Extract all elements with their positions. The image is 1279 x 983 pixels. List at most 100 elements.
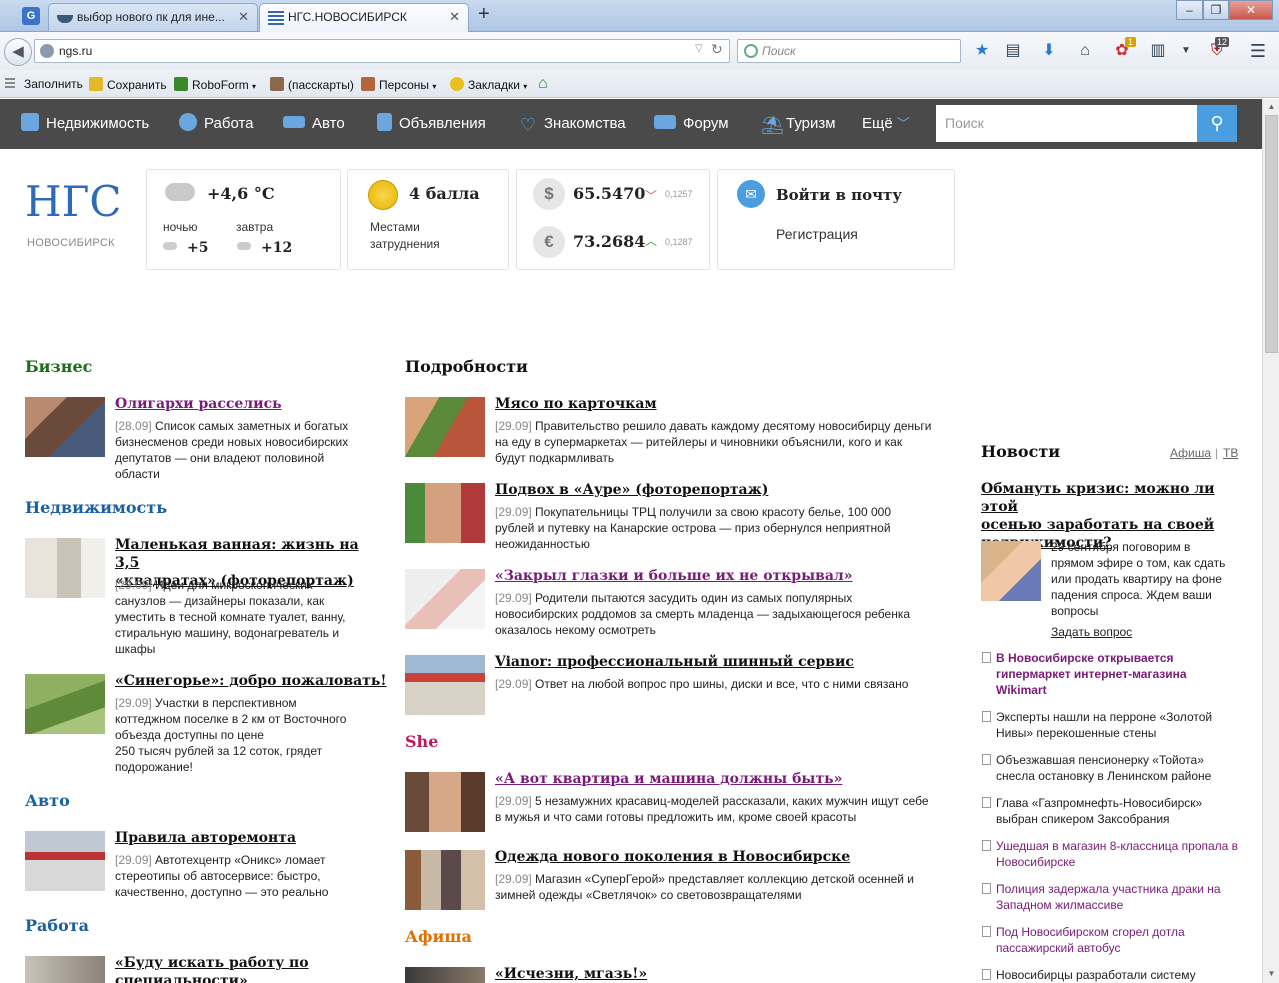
bookmark-bookmarks[interactable]: Закладки ▾ <box>450 77 527 92</box>
back-button[interactable]: ◀ <box>4 38 32 66</box>
section-afisha[interactable]: Афиша <box>405 927 472 946</box>
page-scrollbar[interactable]: ▲ ▼ <box>1262 99 1279 983</box>
section-work[interactable]: Работа <box>25 916 89 935</box>
currency-widget[interactable]: $ 65.5470 ﹀ 0,1257 € 73.2684 ︿ 0,1287 <box>516 169 710 270</box>
article-title[interactable]: Vianor: профессиональный шинный сервис <box>495 653 854 671</box>
article-title[interactable]: Олигархи расселись <box>115 395 282 413</box>
article-title[interactable]: Одежда нового поколения в Новосибирске <box>495 848 850 866</box>
ask-question-link[interactable]: Задать вопрос <box>1051 625 1132 639</box>
article-thumbnail[interactable] <box>405 655 485 715</box>
reload-icon[interactable]: ↻ <box>711 41 723 58</box>
feature-avatar[interactable] <box>981 541 1041 601</box>
download-icon[interactable]: ⬇ <box>1040 42 1058 60</box>
article-thumbnail[interactable] <box>405 569 485 629</box>
nav-more[interactable]: Ещё ﹀ <box>862 99 910 149</box>
app-icon[interactable]: G <box>22 7 40 25</box>
home-icon[interactable]: ⌂ <box>1076 42 1094 60</box>
scroll-down-arrow-icon[interactable]: ▼ <box>1263 967 1279 981</box>
traffic-widget[interactable]: 4 балла Местами затруднения <box>347 169 509 270</box>
save-icon <box>89 77 103 91</box>
nav-realty[interactable]: Недвижимость <box>21 99 149 149</box>
article-desc: [29.09] Идеи для микроскопических санузл… <box>115 578 346 656</box>
section-auto[interactable]: Авто <box>25 791 70 810</box>
close-icon[interactable]: ✕ <box>449 4 460 30</box>
weather-widget[interactable]: +4,6 °С ночью +5 завтра +12 <box>146 169 341 270</box>
news-item[interactable]: В Новосибирске открывается гипермаркет ин… <box>982 650 1244 698</box>
article-thumbnail[interactable] <box>405 397 485 457</box>
bookmark-passcards[interactable]: (пасскарты) <box>270 77 354 92</box>
clipboard-icon[interactable]: ▥ <box>1149 42 1167 60</box>
scroll-thumb[interactable] <box>1265 115 1278 353</box>
news-item[interactable]: Ушедшая в магазин 8-классница пропала вН… <box>982 838 1244 870</box>
article-title[interactable]: «А вот квартира и машина должны быть» <box>495 770 842 788</box>
section-realty[interactable]: Недвижимость <box>25 498 167 517</box>
article-title[interactable]: «Исчезни, мгазь!» <box>495 965 647 983</box>
news-item[interactable]: Под Новосибирском сгорел дотла пассажирск… <box>982 924 1244 956</box>
news-item[interactable]: Новосибирцы разработали систему <box>982 967 1244 983</box>
close-window-button[interactable]: ✕ <box>1229 0 1273 20</box>
article-title[interactable]: Мясо по карточкам <box>495 395 657 413</box>
feature-desc: 29 сентября поговорим в прямом эфире о т… <box>1051 540 1226 618</box>
bookmark-save[interactable]: Сохранить <box>89 77 167 92</box>
nav-tourism[interactable]: ⛱ Туризм <box>761 99 836 149</box>
register-link[interactable]: Регистрация <box>776 226 858 242</box>
tab-ngs[interactable]: НГС.НОВОСИБИРСК ✕ <box>259 3 469 32</box>
mail-icon[interactable]: ✉ <box>737 180 765 208</box>
section-she[interactable]: She <box>405 732 438 751</box>
news-heading[interactable]: Новости <box>981 442 1060 461</box>
star-icon[interactable]: ★ <box>973 42 991 60</box>
article-desc: [29.09] Правительство решило давать кажд… <box>495 419 932 465</box>
article-thumbnail[interactable] <box>405 850 485 910</box>
maximize-button[interactable]: ❐ <box>1203 0 1229 20</box>
nav-work[interactable]: Работа <box>179 99 254 149</box>
logo-city: НОВОСИБИРСК <box>27 237 115 249</box>
search-button[interactable]: ⚲ <box>1197 105 1237 142</box>
article-thumbnail[interactable] <box>405 967 485 983</box>
ngs-logo[interactable]: НГС НОВОСИБИРСК <box>24 175 122 249</box>
menu-arrow-icon[interactable]: ▼ <box>1177 42 1195 60</box>
url-field[interactable]: ngs.ru ▽ ↻ <box>34 39 730 63</box>
scroll-up-arrow-icon[interactable]: ▲ <box>1263 100 1279 114</box>
article-thumbnail[interactable] <box>25 831 105 891</box>
bookmark-fill[interactable]: Заполнить <box>24 77 83 91</box>
article-title[interactable]: «Синегорье»: добро пожаловать! <box>115 672 386 690</box>
article-thumbnail[interactable] <box>25 674 105 734</box>
news-item[interactable]: Глава «Газпромнефть-Новосибирск» выбран с… <box>982 795 1244 827</box>
article-thumbnail[interactable] <box>25 538 105 598</box>
search-icon: ⚲ <box>1210 113 1224 133</box>
hamburger-menu-icon[interactable]: ☰ <box>1249 42 1267 60</box>
minimize-button[interactable]: – <box>1176 0 1203 20</box>
bookmark-persons[interactable]: Персоны ▾ <box>361 77 436 92</box>
site-search-input[interactable]: Поиск <box>936 105 1198 142</box>
afisha-link[interactable]: Афиша <box>1170 446 1211 460</box>
nav-forum[interactable]: Форум <box>654 99 729 149</box>
bookmark-home[interactable]: ⌂ <box>538 75 548 93</box>
nav-dating[interactable]: ♡ Знакомства <box>519 99 626 149</box>
browser-search-field[interactable]: Поиск <box>737 39 961 63</box>
login-mail-link[interactable]: Войти в почту <box>776 186 902 204</box>
bookmark-roboform[interactable]: RoboForm ▾ <box>174 77 256 92</box>
tv-link[interactable]: ТВ <box>1223 446 1238 460</box>
article-thumbnail[interactable] <box>25 397 105 457</box>
section-details[interactable]: Подробности <box>405 357 528 376</box>
bookmarks-bar: Заполнить Сохранить RoboForm ▾ (пасскарт… <box>0 70 1279 98</box>
news-item[interactable]: Эксперты нашли на перроне «Золотой Нивы» … <box>982 709 1244 741</box>
dropdown-arrow-icon[interactable]: ▽ <box>695 43 703 54</box>
news-item[interactable]: Объезжавшая пенсионерку «Тойота» снесла о… <box>982 752 1244 784</box>
tab-pc-choice[interactable]: выбор нового пк для ине... ✕ <box>48 3 258 31</box>
nav-ads[interactable]: Объявления <box>377 99 486 149</box>
close-icon[interactable]: ✕ <box>238 4 249 30</box>
section-business[interactable]: Бизнес <box>25 357 92 376</box>
article-title[interactable]: «Буду искать работу по специальности» <box>115 954 375 983</box>
article-thumbnail[interactable] <box>405 772 485 832</box>
reading-list-icon[interactable]: ▤ <box>1004 42 1022 60</box>
article-title[interactable]: Подвох в «Ауре» (фоторепортаж) <box>495 481 768 499</box>
article-title[interactable]: «Закрыл глазки и больше их не открывал» <box>495 567 853 585</box>
news-item[interactable]: Полиция задержала участника драки на Запа… <box>982 881 1244 913</box>
down-arrow-icon: ﹀ <box>645 189 658 203</box>
new-tab-button[interactable]: + <box>478 3 490 26</box>
article-title[interactable]: Правила авторемонта <box>115 829 296 847</box>
article-thumbnail[interactable] <box>25 956 105 983</box>
nav-auto[interactable]: Авто <box>283 99 345 149</box>
article-thumbnail[interactable] <box>405 483 485 543</box>
